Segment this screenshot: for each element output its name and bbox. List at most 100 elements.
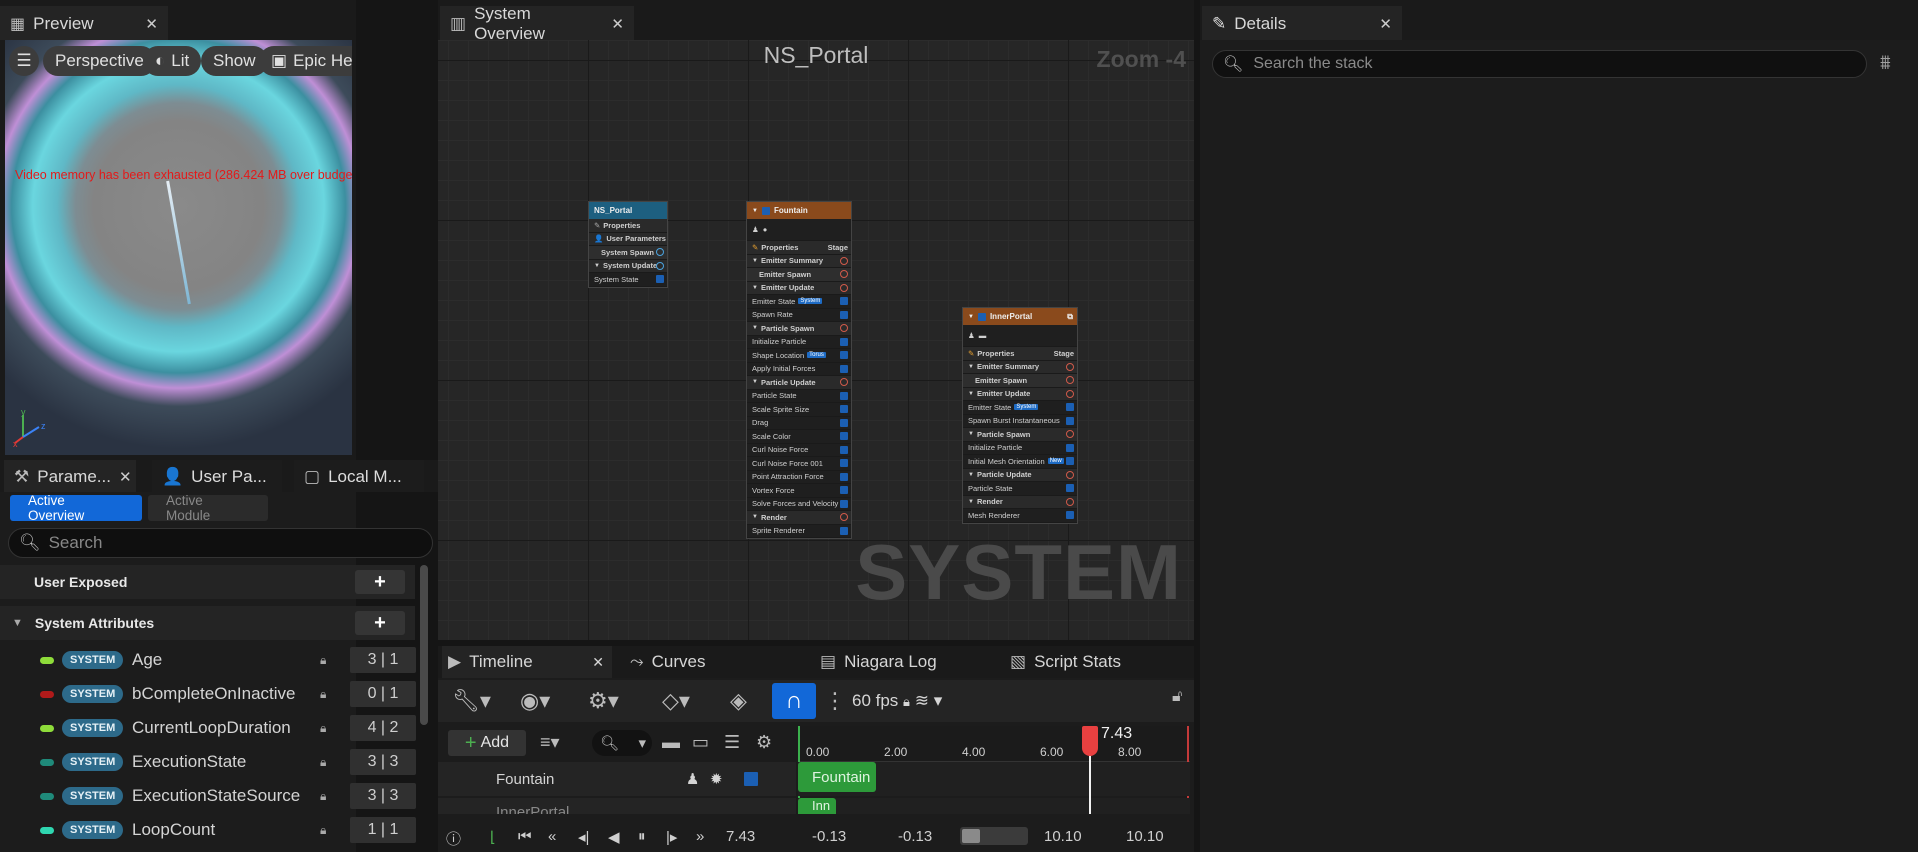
working-start-field[interactable]: -0.13 bbox=[898, 828, 932, 845]
emitter-stack-row[interactable]: ▼ Particle Update bbox=[747, 376, 851, 390]
show-button[interactable]: Show bbox=[201, 46, 268, 76]
emitter-stack-row[interactable]: Scale Sprite Size bbox=[747, 403, 851, 417]
system-node-row[interactable]: ✎ Properties bbox=[589, 219, 667, 233]
emitter-stack-row[interactable]: Initialize Particle bbox=[747, 336, 851, 349]
jump-start-icon[interactable]: ⏮ bbox=[518, 828, 532, 845]
system-node-row[interactable]: System Spawn bbox=[589, 246, 667, 260]
emitter-stack-row[interactable]: Emitter State System bbox=[747, 295, 851, 309]
system-node[interactable]: NS_Portal ✎ Properties 👤 User Parameters S… bbox=[588, 201, 668, 288]
current-time-field[interactable]: 7.43 bbox=[726, 828, 755, 845]
track-row-fountain[interactable]: Fountain ♟ ✹ bbox=[438, 762, 796, 796]
tab-local-modules[interactable]: ▢ Local M... bbox=[294, 460, 424, 492]
system-node-row[interactable]: 👤 User Parameters bbox=[589, 232, 667, 246]
emitter-stack-row[interactable]: Particle State bbox=[747, 390, 851, 403]
add-track-button[interactable]: + Add bbox=[448, 730, 526, 756]
attribute-row[interactable]: SYSTEM bCompleteOnInactive 🔒︎ 0 | 1 bbox=[0, 677, 420, 711]
checkbox-icon[interactable] bbox=[1066, 416, 1074, 425]
enable-checkbox-icon[interactable] bbox=[761, 206, 770, 215]
innerportal-properties-row[interactable]: ✎ Properties Stage bbox=[963, 347, 1077, 361]
fountain-properties-row[interactable]: ✎ Properties Stage bbox=[747, 241, 851, 255]
pause-icon[interactable]: ⏸ bbox=[638, 828, 646, 845]
system-overview-graph[interactable]: NS_Portal Zoom -4 SYSTEM NS_Portal ✎ Prop… bbox=[438, 40, 1194, 640]
emitter-stack-row[interactable]: Solve Forces and Velocity bbox=[747, 498, 851, 511]
keyframe-icon[interactable]: ◇▾ bbox=[662, 688, 690, 714]
view-end-field[interactable]: 10.10 bbox=[1126, 828, 1164, 845]
tab-preview[interactable]: ▦ Preview ✕ bbox=[0, 6, 168, 40]
emitter-stack-row[interactable]: Scale Color bbox=[747, 430, 851, 444]
system-node-row[interactable]: ▼ System Update bbox=[589, 259, 667, 273]
section-system-attributes[interactable]: ▼ System Attributes + bbox=[0, 606, 415, 640]
emitter-stack-row[interactable]: Point Attraction Force bbox=[747, 471, 851, 484]
gear-dropdown-icon[interactable]: ⚙▾ bbox=[588, 688, 619, 714]
tab-details[interactable]: ✎ Details ✕ bbox=[1202, 6, 1402, 40]
checkbox-icon[interactable] bbox=[840, 486, 848, 495]
snap-magnet-button[interactable]: ∩ bbox=[772, 683, 816, 719]
emitter-stack-row[interactable]: ▼ Render bbox=[747, 511, 851, 525]
emitter-stack-row[interactable]: Apply Initial Forces bbox=[747, 363, 851, 376]
unlock-icon[interactable]: 🔓︎ bbox=[1172, 688, 1182, 706]
emitter-stack-row[interactable]: ▼ Particle Update bbox=[963, 468, 1077, 482]
fountain-track-bar[interactable]: Fountain bbox=[798, 762, 876, 792]
track-enable-checkbox[interactable] bbox=[744, 772, 758, 786]
emitter-stack-row[interactable]: ▼ Emitter Update bbox=[747, 281, 851, 295]
eye-icon[interactable]: ◉▾ bbox=[520, 688, 550, 714]
checkbox-icon[interactable] bbox=[840, 351, 848, 360]
list-icon[interactable]: ☰ bbox=[724, 732, 740, 753]
prev-key-icon[interactable]: « bbox=[548, 828, 556, 845]
checkbox-icon[interactable] bbox=[840, 418, 848, 427]
tab-timeline[interactable]: ▶ Timeline ✕ bbox=[442, 646, 612, 678]
play-reverse-icon[interactable]: ◀ bbox=[608, 828, 620, 846]
emitter-stack-row[interactable]: Curl Noise Force bbox=[747, 444, 851, 457]
collapse-icon[interactable]: ▬ bbox=[662, 732, 680, 753]
close-icon[interactable]: ✕ bbox=[119, 468, 132, 486]
emitter-stack-row[interactable]: Initial Mesh Orientation New bbox=[963, 455, 1077, 469]
add-user-exposed-button[interactable]: + bbox=[355, 570, 405, 594]
parameters-scrollbar[interactable] bbox=[420, 565, 428, 725]
emitter-stack-row[interactable]: Sprite Renderer bbox=[747, 525, 851, 538]
working-end-field[interactable]: 10.10 bbox=[1044, 828, 1082, 845]
range-slider-handle[interactable] bbox=[962, 829, 980, 843]
attribute-row[interactable]: SYSTEM ExecutionState 🔒︎ 3 | 3 bbox=[0, 745, 420, 779]
parameters-search-input[interactable]: 🔍︎ Search bbox=[8, 528, 433, 558]
emitter-stack-row[interactable]: ▼ Particle Spawn bbox=[747, 322, 851, 336]
track-lane-innerportal[interactable] bbox=[798, 798, 1190, 814]
checkbox-icon[interactable] bbox=[1066, 457, 1074, 466]
attribute-row[interactable]: SYSTEM LoopCount 🔒︎ 1 | 1 bbox=[0, 813, 420, 847]
emitter-stack-row[interactable]: ▼ Emitter Summary bbox=[747, 254, 851, 268]
key-icon[interactable]: ◈ bbox=[730, 688, 747, 714]
step-forward-icon[interactable]: |▸ bbox=[666, 828, 677, 846]
emitter-stack-row[interactable]: Spawn Rate bbox=[747, 309, 851, 322]
tab-script-stats[interactable]: ▧ Script Stats bbox=[1010, 646, 1121, 678]
view-start-field[interactable]: -0.13 bbox=[812, 828, 846, 845]
emitter-stack-row[interactable]: ▼ Render bbox=[963, 495, 1077, 509]
checkbox-icon[interactable] bbox=[840, 445, 848, 454]
details-search-input[interactable]: 🔍︎ Search the stack bbox=[1212, 50, 1867, 78]
fountain-emitter-node[interactable]: ▼ Fountain ♟ ● ✎ Properties Stage ▼ Emitter … bbox=[746, 201, 852, 539]
external-link-icon[interactable]: ⧉ bbox=[1067, 312, 1073, 322]
emitter-stack-row[interactable]: Mesh Renderer bbox=[963, 509, 1077, 523]
active-overview-button[interactable]: Active Overview bbox=[10, 493, 142, 523]
filter-icon[interactable]: ⩩ bbox=[1880, 52, 1891, 75]
section-user-exposed[interactable]: User Exposed + bbox=[0, 565, 415, 599]
fps-selector[interactable]: 60 fps 🔒︎ ≋ ▾ bbox=[852, 691, 942, 711]
close-icon[interactable]: ✕ bbox=[1379, 15, 1392, 33]
tab-parameters[interactable]: ⚒ Parame... ✕ bbox=[4, 460, 136, 492]
filter-icon[interactable]: ≡▾ bbox=[540, 732, 560, 753]
perspective-button[interactable]: Perspective bbox=[43, 46, 156, 76]
checkbox-icon[interactable] bbox=[840, 472, 848, 481]
emitter-stack-row[interactable]: Shape Location Torus bbox=[747, 349, 851, 363]
emitter-stack-row[interactable]: Particle State bbox=[963, 482, 1077, 496]
playhead-handle[interactable] bbox=[1082, 726, 1098, 756]
emitter-stack-row[interactable]: ▼ Particle Spawn bbox=[963, 428, 1077, 442]
lit-button[interactable]: ◐ Lit bbox=[143, 46, 202, 76]
innerportal-track-bar[interactable]: Inn bbox=[798, 798, 836, 814]
attribute-row[interactable]: SYSTEM Age 🔒︎ 3 | 1 bbox=[0, 643, 420, 677]
hamburger-menu-button[interactable]: ☰ bbox=[9, 46, 39, 76]
info-icon[interactable]: ⓘ bbox=[446, 828, 461, 849]
settings-gear-icon[interactable]: ⚙ bbox=[756, 732, 772, 753]
tab-system-overview[interactable]: ▥ System Overview ✕ bbox=[440, 4, 634, 43]
more-options-icon[interactable]: ⋮ bbox=[824, 688, 846, 714]
attribute-row[interactable]: SYSTEM CurrentLoopDuration 🔒︎ 4 | 2 bbox=[0, 711, 420, 745]
emitter-stack-row[interactable]: Vortex Force bbox=[747, 484, 851, 498]
step-back-icon[interactable]: ◂| bbox=[578, 828, 589, 846]
